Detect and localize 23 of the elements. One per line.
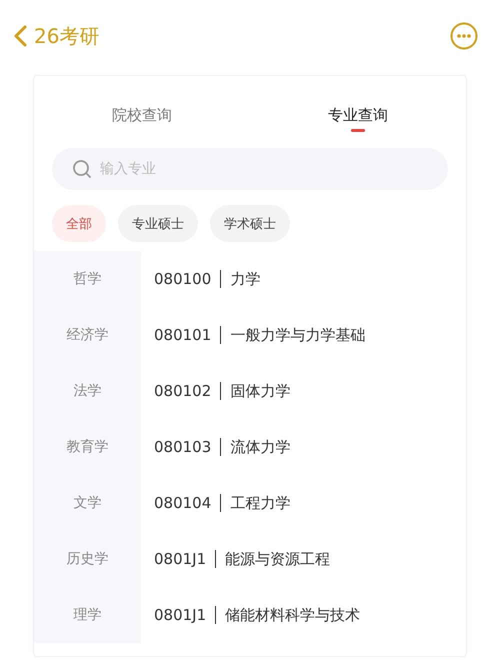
major-name[interactable]: 力学 bbox=[230, 270, 260, 288]
major-code: 080102 bbox=[154, 382, 212, 400]
filter-chip[interactable]: 全部 bbox=[52, 205, 106, 242]
major-name[interactable]: 储能材料科学与技术 bbox=[225, 606, 360, 624]
major-name[interactable]: 一般力学与力学基础 bbox=[230, 326, 366, 344]
major-code: 080101 bbox=[154, 326, 212, 344]
search-field[interactable]: 输入专业 bbox=[52, 148, 448, 190]
tab[interactable]: 院校查询 bbox=[34, 100, 250, 130]
major-code: 080104 bbox=[154, 494, 212, 512]
major-name[interactable]: 固体力学 bbox=[230, 382, 290, 400]
major-name[interactable]: 能源与资源工程 bbox=[225, 550, 330, 568]
major-name[interactable]: 流体力学 bbox=[230, 438, 290, 456]
major-name[interactable]: 工程力学 bbox=[230, 494, 290, 512]
major-code: 080100 bbox=[154, 270, 212, 288]
more-icon[interactable] bbox=[450, 22, 478, 50]
page-title: 26考研 bbox=[34, 22, 100, 50]
major-code: 0801J1 bbox=[154, 550, 206, 568]
back-chevron-icon bbox=[12, 24, 28, 48]
filter-chip[interactable]: 专业硕士 bbox=[118, 205, 198, 242]
major-code: 0801J1 bbox=[154, 606, 206, 624]
tab[interactable]: 专业查询 bbox=[250, 100, 466, 130]
filter-chip[interactable]: 学术硕士 bbox=[210, 205, 290, 242]
major-code: 080103 bbox=[154, 438, 212, 456]
